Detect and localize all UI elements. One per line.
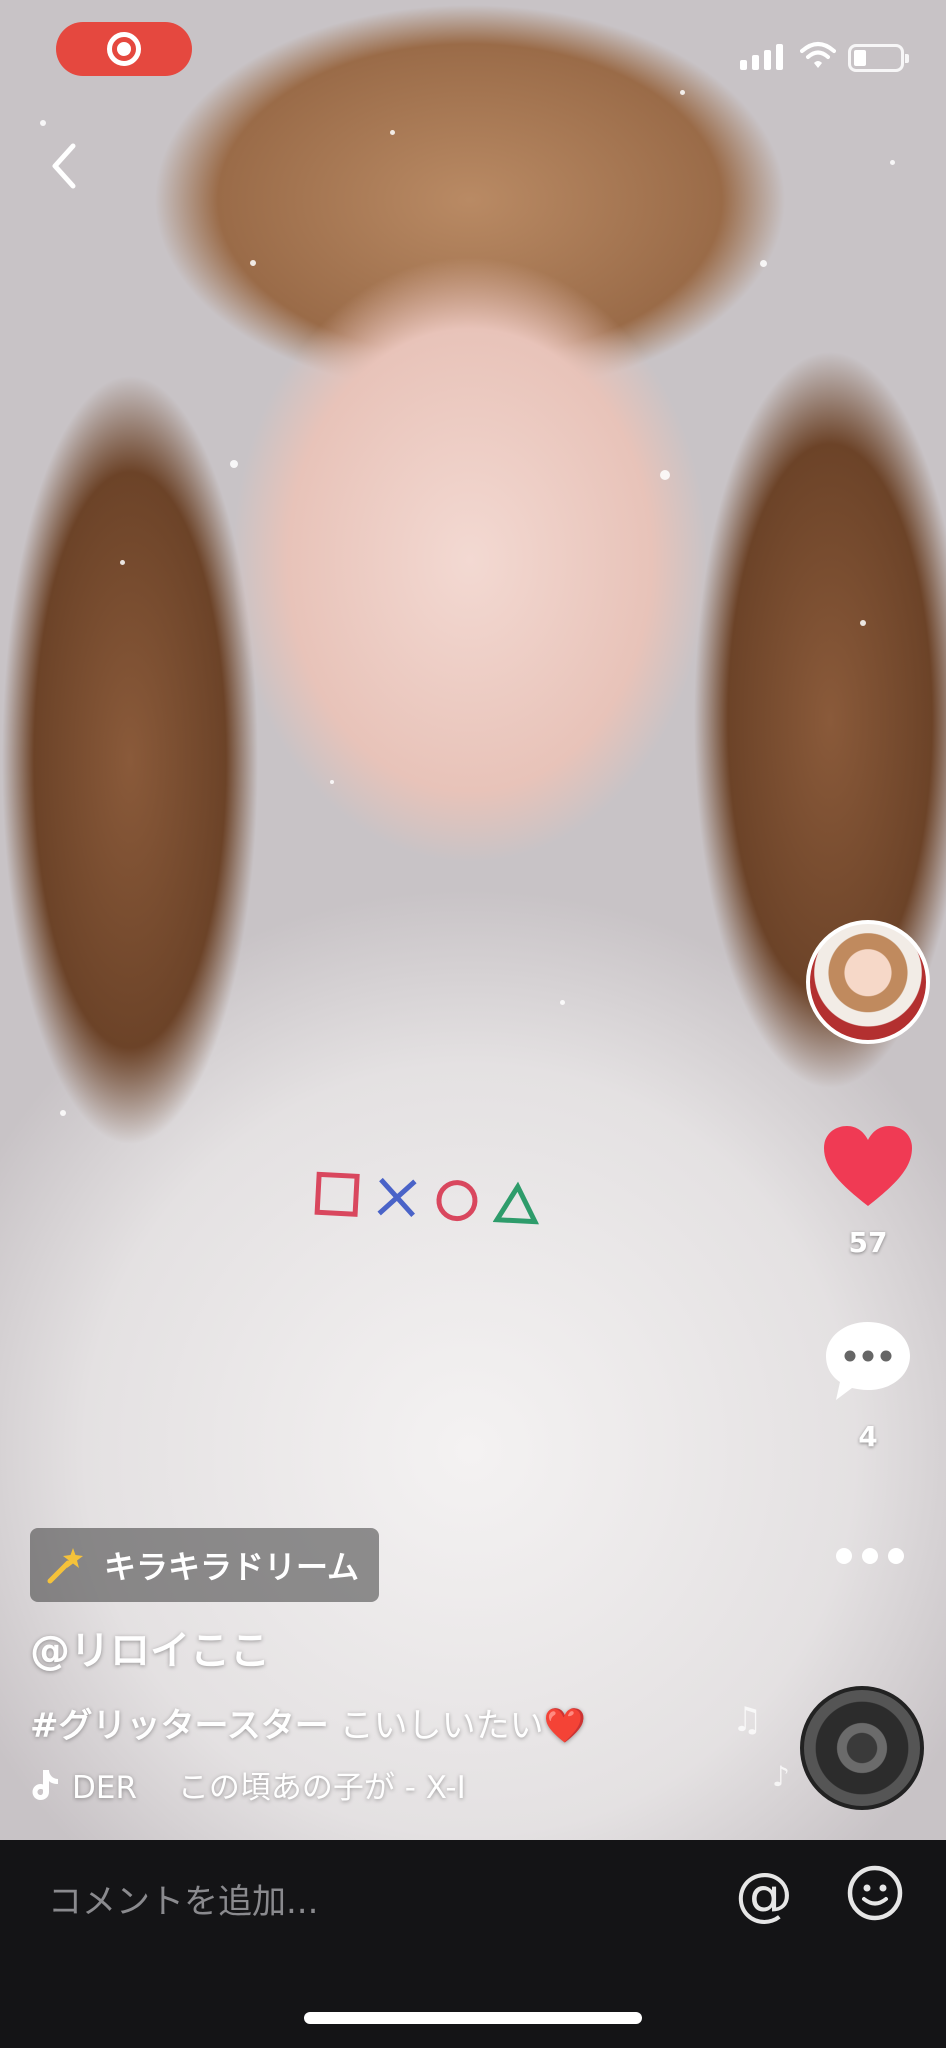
sparkle <box>660 470 670 480</box>
sparkle <box>760 260 767 267</box>
sparkle <box>890 160 895 165</box>
sparkle <box>230 460 238 468</box>
screen-recording-indicator[interactable] <box>56 22 192 76</box>
music-title: DER この頃あの子が - X-I <box>72 1770 466 1806</box>
heart-emoji: ❤️ <box>543 1706 586 1746</box>
home-indicator[interactable] <box>304 2012 642 2024</box>
sparkle <box>60 1110 66 1116</box>
more-horizontal-icon <box>836 1548 852 1564</box>
sparkle <box>40 120 46 126</box>
heart-icon <box>824 1126 912 1206</box>
creator-username[interactable]: @リロイここ <box>30 1618 270 1676</box>
hashtag-link[interactable]: #グリッタースター <box>30 1706 329 1746</box>
sparkle <box>390 130 395 135</box>
smiley-icon <box>847 1865 903 1921</box>
like-button[interactable] <box>820 1122 916 1210</box>
shirt-logo <box>313 1170 541 1228</box>
music-disc[interactable] <box>800 1686 924 1810</box>
circle-shape-icon <box>436 1180 478 1222</box>
magic-wand-icon <box>47 1548 83 1584</box>
tiktok-note-icon <box>32 1769 58 1800</box>
sparkle <box>120 560 125 565</box>
comment-count: 4 <box>858 1420 878 1453</box>
video-caption: #グリッタースター こいしいたい❤️ <box>30 1698 586 1747</box>
comment-button[interactable] <box>822 1316 914 1408</box>
back-button[interactable] <box>34 136 94 196</box>
cross-shape-icon <box>377 1177 417 1217</box>
battery-icon <box>848 44 909 72</box>
sparkle <box>560 1000 565 1005</box>
music-info[interactable]: DER この頃あの子が - X-I <box>30 1762 512 1807</box>
wifi-icon <box>800 42 836 68</box>
record-icon <box>107 32 141 66</box>
emoji-button[interactable] <box>846 1864 904 1922</box>
triangle-shape-icon <box>492 1181 540 1225</box>
status-bar <box>0 0 946 100</box>
creator-avatar[interactable] <box>806 920 930 1044</box>
chevron-left-icon <box>52 143 76 189</box>
comment-input[interactable]: コメントを追加... <box>48 1874 318 1923</box>
square-shape-icon <box>314 1171 360 1217</box>
more-options-button[interactable] <box>830 1538 910 1574</box>
comment-bar: コメントを追加... @ <box>0 1840 946 2048</box>
music-note-icon: ♫ <box>732 1700 763 1740</box>
sparkle <box>250 260 256 266</box>
signal-icon <box>740 44 783 70</box>
effect-chip[interactable]: キラキラドリーム <box>30 1528 380 1602</box>
speech-bubble-icon <box>826 1322 910 1400</box>
caption-text: こいしいたい <box>328 1706 544 1746</box>
sparkle <box>860 620 866 626</box>
effect-label: キラキラドリーム <box>104 1548 360 1586</box>
mention-button[interactable]: @ <box>732 1862 796 1926</box>
sparkle <box>330 780 334 784</box>
like-count: 57 <box>848 1226 888 1259</box>
music-note-icon: ♪ <box>772 1760 790 1793</box>
